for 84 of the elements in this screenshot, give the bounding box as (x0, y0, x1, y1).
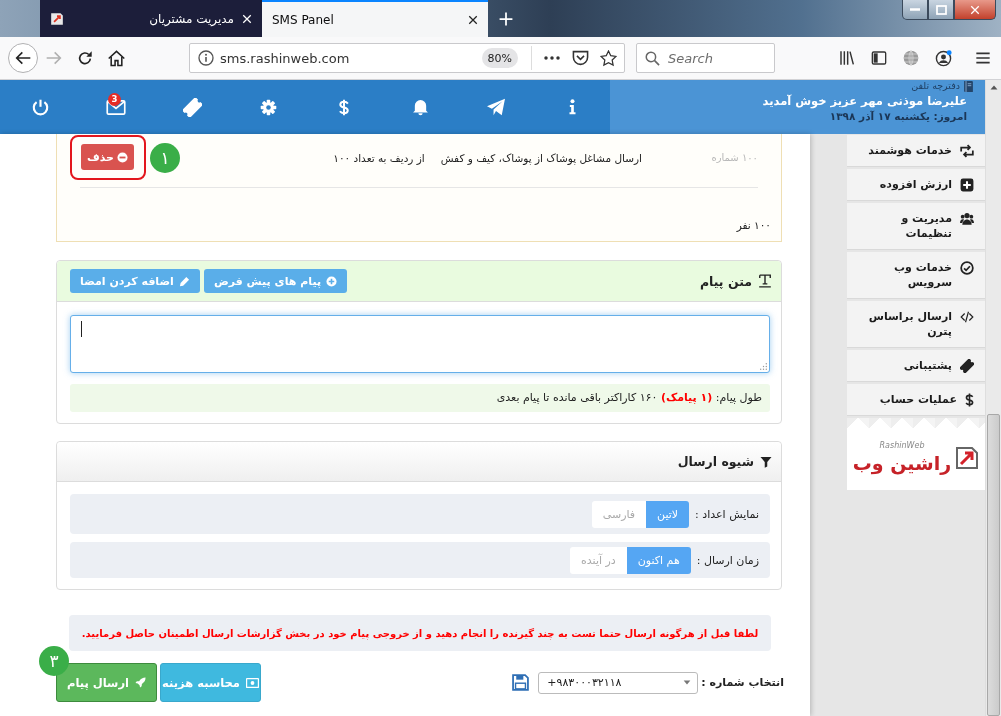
sidebar-item[interactable]: خدمات هوشمند (847, 135, 985, 167)
info-icon[interactable] (198, 50, 214, 66)
logo-mark-icon (955, 446, 980, 470)
length-info: طول پیام: (۱ پیامک) ۱۶۰ کاراکتر باقی مانده تا پیام بعدی (70, 384, 770, 412)
user-avatar-icon[interactable] (935, 49, 952, 67)
dollar-icon[interactable] (339, 98, 349, 116)
browser-tab[interactable]: SMS Panel (262, 0, 488, 37)
plus-circle-icon (326, 275, 338, 287)
close-icon[interactable] (468, 14, 478, 25)
sidebar-item[interactable]: ارسال براساس پترن (847, 301, 985, 348)
notification-badge: 3 (108, 93, 121, 106)
check-circle-icon (960, 261, 974, 275)
reload-icon[interactable] (77, 50, 93, 66)
more-icon[interactable] (544, 56, 560, 60)
minus-circle-icon (117, 151, 129, 163)
card-title: شیوه ارسال (677, 454, 754, 469)
browser-tab[interactable]: مدیریت مشتریان (40, 0, 262, 37)
scrollbar-thumb[interactable] (987, 414, 1000, 716)
card-title: متن پیام (699, 273, 752, 289)
sender-label: انتخاب شماره : (701, 676, 784, 689)
logo-tagline: RashinWeb (879, 441, 925, 451)
resize-grip-icon[interactable] (760, 363, 767, 370)
address-bar[interactable]: sms.rashinweb.com 80% (189, 43, 625, 73)
sidebar-item[interactable]: عملیات حساب (847, 384, 985, 416)
group-title: ارسال مشاغل پوشاک از پوشاک، کیف و کفش (440, 151, 642, 164)
ticket-icon (960, 359, 974, 373)
info-icon[interactable] (568, 99, 576, 115)
option-label: نمایش اعداد : (695, 507, 759, 521)
sidebar-item[interactable]: خدمات وب سرویس (847, 252, 985, 299)
dollar-icon (965, 393, 974, 407)
range-text: از ردیف به تعداد ۱۰۰ (333, 151, 425, 164)
filter-icon (760, 455, 772, 468)
library-icon[interactable] (839, 50, 855, 66)
recipient-total: ۱۰۰ نفر (735, 218, 771, 232)
back-button[interactable] (8, 43, 38, 73)
logo-text: راشین وب (852, 451, 952, 475)
maximize-button[interactable] (928, 0, 954, 20)
scroll-up-arrow-icon[interactable] (989, 85, 998, 90)
paper-plane-icon[interactable] (486, 98, 506, 116)
plus-square-icon (960, 178, 974, 192)
text-cursor (81, 321, 82, 337)
close-window-button[interactable] (954, 0, 996, 20)
option-label: زمان ارسال : (696, 553, 759, 567)
recipient-count: ۱۰۰ شماره (710, 152, 758, 163)
sidebar-icon[interactable] (871, 50, 887, 66)
caret-down-icon (683, 680, 692, 685)
users-icon (960, 212, 974, 226)
code-icon (960, 310, 974, 324)
minimize-icon (910, 8, 920, 11)
site-logo-icon (50, 11, 64, 26)
step-marker: ۳ (39, 646, 69, 676)
shield-icon[interactable] (572, 50, 589, 66)
warning-message: لطفا قبل از هرگونه ارسال حتما تست به چند گیرنده را انجام دهید و از خروجی پیام خود در بخش گزارشات ارسال اطمینان حاصل فرمایید. (69, 615, 771, 651)
step-marker: ۱ (150, 142, 180, 173)
star-icon[interactable] (600, 49, 617, 67)
minimize-button[interactable] (902, 0, 928, 20)
welcome-text: علیرضا موذنی مهر عزیز خوش آمدید (762, 93, 967, 109)
bell-icon[interactable] (411, 98, 429, 116)
power-icon[interactable] (31, 98, 49, 116)
menu-icon[interactable] (975, 50, 991, 66)
maximize-icon (935, 4, 947, 15)
close-icon (970, 4, 980, 15)
sender-select[interactable]: +۹۸۳۰۰۰۳۲۱۱۸ (538, 671, 699, 694)
plus-icon[interactable] (499, 11, 513, 26)
arrows-loop-icon (960, 144, 974, 158)
pencil-icon (178, 275, 190, 287)
banknote-icon (245, 677, 259, 688)
sidebar-item[interactable]: پشتیبانی (847, 350, 985, 382)
text-format-icon (758, 274, 772, 288)
globe-icon[interactable] (903, 50, 919, 66)
search-icon (645, 51, 660, 66)
delete-button[interactable]: حذف (81, 144, 134, 170)
sidebar-item[interactable]: ارزش افزوده (847, 169, 985, 201)
ticket-icon[interactable] (182, 97, 202, 117)
search-field[interactable]: Search (636, 43, 775, 73)
home-icon[interactable] (108, 49, 125, 67)
arrow-left-icon (15, 50, 31, 66)
rocket-icon (134, 677, 146, 688)
sidebar-item[interactable]: مدیریت و تنظیمات (847, 203, 985, 250)
book-icon[interactable] (964, 80, 973, 92)
date-text: امروز: یکشنبه ۱۷ آذر ۱۳۹۸ (829, 109, 967, 123)
url-field[interactable]: sms.rashinweb.com (220, 48, 482, 68)
zoom-level-button[interactable]: 80% (481, 48, 518, 68)
gear-icon[interactable] (259, 98, 277, 116)
